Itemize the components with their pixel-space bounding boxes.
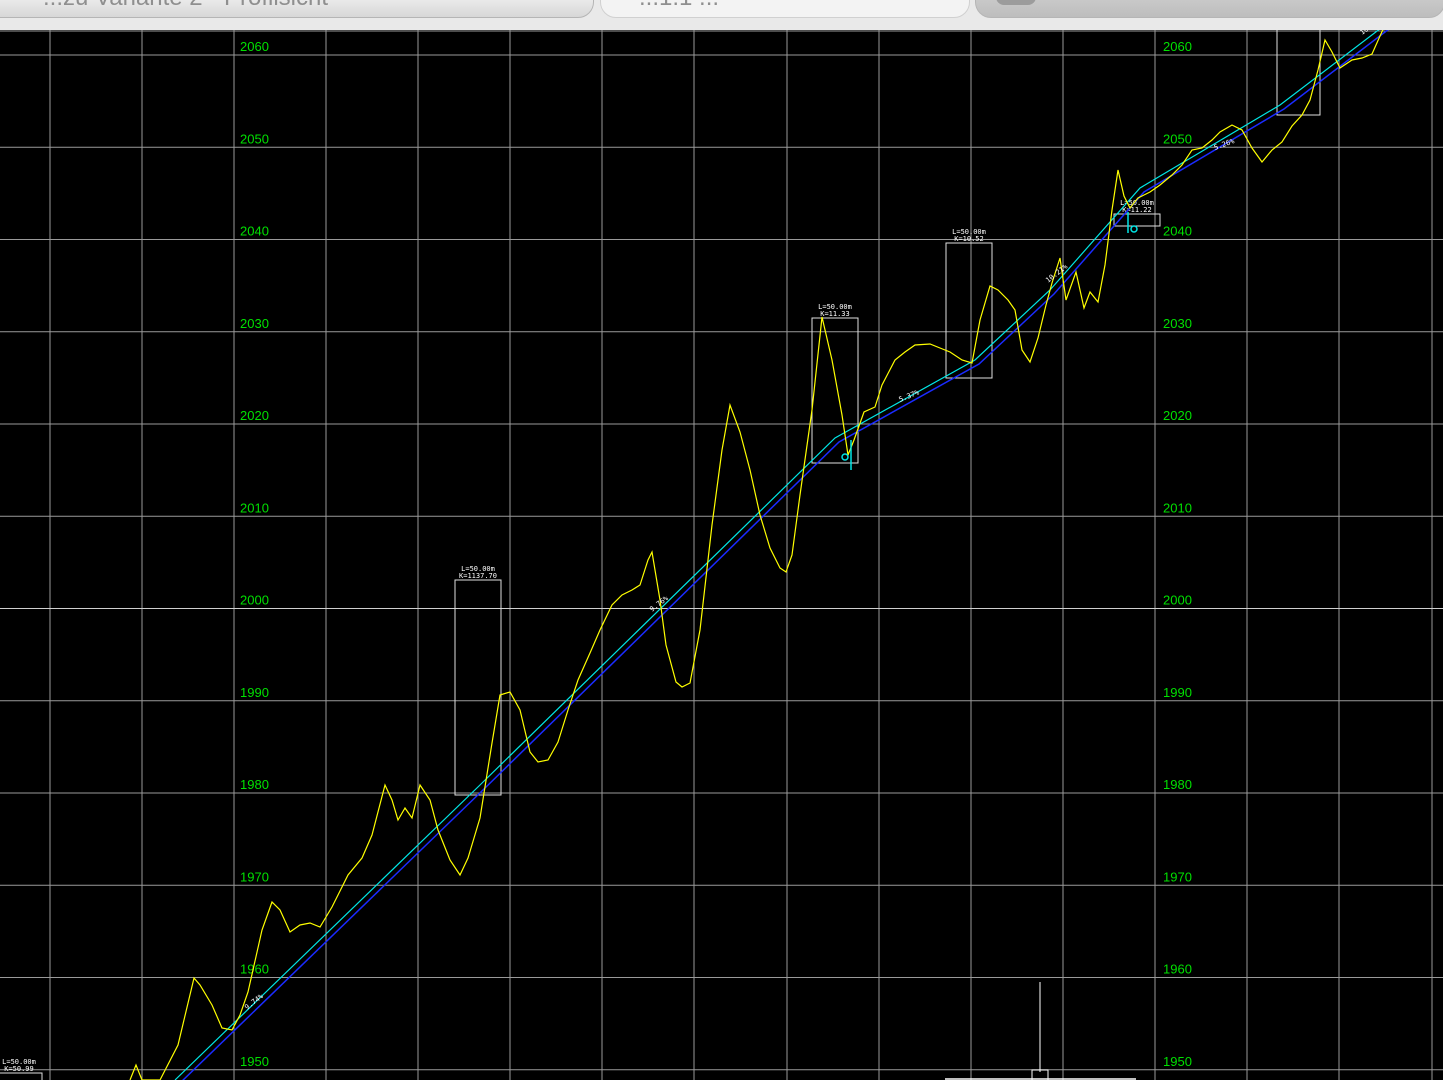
elevation-label-right: 2010 [1163,500,1192,515]
elevation-label-right: 2020 [1163,408,1192,423]
elevation-labels-right: 2060 2050 2040 2030 2020 2010 2000 1990 1980 1970… [1163,39,1192,1069]
elevation-label-left: 1980 [240,777,269,792]
elevation-label-left: 2010 [240,500,269,515]
elevation-label-right: 1960 [1163,962,1192,977]
elevation-label-right: 1990 [1163,685,1192,700]
elevation-label-left: 2050 [240,131,269,146]
tab-third[interactable] [975,0,1443,18]
tab-bar: ...zu Variante 2 - Profilsicht ...1:1 ..… [0,0,1443,31]
elevation-label-left: 2020 [240,408,269,423]
elevation-label-left: 2030 [240,316,269,331]
grade-labels: 9.74%9.76%5.37%10.21%5.26%10.5 [243,30,1377,1012]
station-marker [1130,225,1138,233]
curve-box [454,579,502,796]
tab-icon [996,0,1036,5]
curve-k-label: K=1137.70 [459,572,497,580]
elevation-label-right: 1980 [1163,777,1192,792]
elevation-label-right: 2050 [1163,131,1192,146]
elevation-label-left: 2060 [240,39,269,54]
elevation-label-left: 2040 [240,224,269,239]
elevation-label-right: 2000 [1163,593,1192,608]
tab-label: ...1:1 ... [639,0,719,11]
grade-label: 5.26% [1213,137,1236,152]
design-line-cyan [174,30,1380,1080]
grid [0,30,1443,1080]
curve-box [0,1072,43,1080]
elevation-label-left: 2000 [240,593,269,608]
elevation-labels-left: 2060 2050 2040 2030 2020 2010 2000 1990 1980 1970… [240,39,269,1069]
elevation-label-right: 2060 [1163,39,1192,54]
elevation-label-left: 1970 [240,869,269,884]
curve-k-label: K=11.33 [820,310,850,318]
elevation-label-right: 1970 [1163,869,1192,884]
elevation-label-right: 2040 [1163,224,1192,239]
terrain-line [129,30,1384,1080]
misc-geometry [841,212,1138,1080]
elevation-label-left: 1990 [240,685,269,700]
tab-scale[interactable]: ...1:1 ... [600,0,970,18]
elevation-label-right: 2030 [1163,316,1192,331]
elevation-label-left: 1950 [240,1054,269,1069]
station-marker [841,453,849,461]
elevation-label-right: 1950 [1163,1054,1192,1069]
profile-drawing: 2060 2050 2040 2030 2020 2010 2000 1990 1980 1970… [0,30,1443,1080]
tab-label: ...zu Variante 2 - Profilsicht [43,0,328,11]
design-profile [174,30,1389,1080]
tab-profile-view[interactable]: ...zu Variante 2 - Profilsicht [0,0,594,18]
curve-box [1113,213,1161,227]
profile-view-canvas[interactable]: 2060 2050 2040 2030 2020 2010 2000 1990 1980 1970… [0,30,1443,1080]
grade-label: 5.37% [898,388,921,404]
terrain-profile [129,30,1384,1080]
curve-k-label: K=11.22 [1122,206,1152,214]
curve-k-label: K=50.99 [4,1065,34,1073]
curve-k-label: K=10.52 [954,235,984,243]
design-line-blue [182,30,1389,1080]
